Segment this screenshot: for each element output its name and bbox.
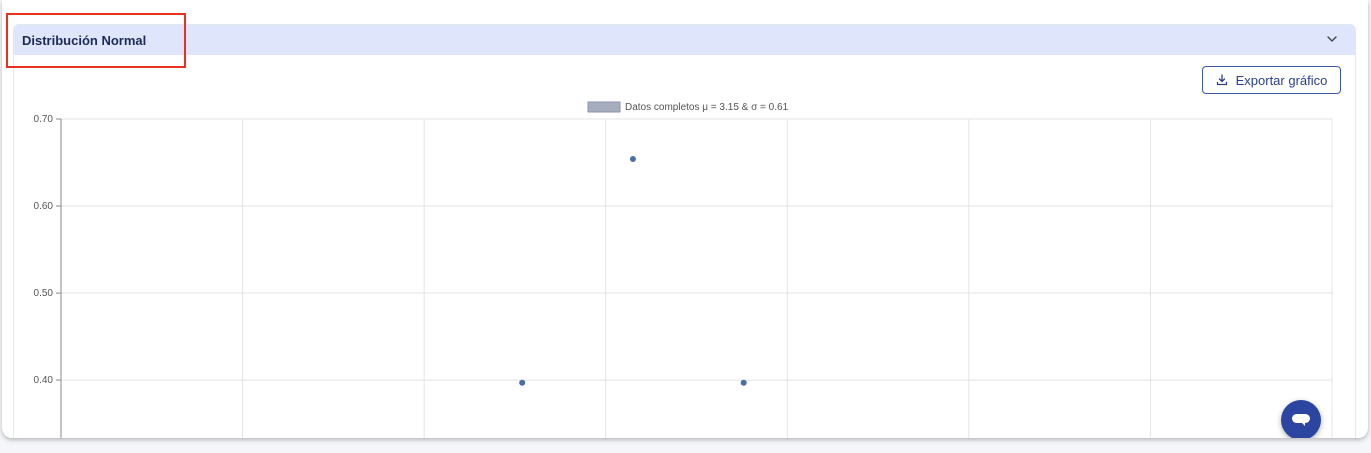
section-title: Distribución Normal xyxy=(22,33,147,48)
chevron-down-icon[interactable] xyxy=(1325,32,1339,46)
chart-points xyxy=(519,156,747,386)
card-header[interactable]: Distribución Normal xyxy=(14,25,1355,55)
content-panel: Distribución Normal Exportar gráfico 0.7… xyxy=(2,0,1368,438)
data-point xyxy=(629,156,636,163)
y-tick-label: 0.50 xyxy=(34,288,54,299)
chart-legend: Datos completos μ = 3.15 & σ = 0.61 xyxy=(587,101,789,113)
y-tick-label: 0.60 xyxy=(34,201,54,212)
export-chart-button[interactable]: Exportar gráfico xyxy=(1202,66,1341,94)
export-chart-label: Exportar gráfico xyxy=(1235,72,1328,88)
y-tick-label: 0.70 xyxy=(34,114,54,125)
data-point xyxy=(740,379,747,386)
legend-swatch xyxy=(587,101,621,113)
data-point xyxy=(519,379,526,386)
chart-y-ticks: 0.70 0.60 0.50 0.40 xyxy=(34,114,61,386)
download-icon xyxy=(1216,74,1227,86)
chat-icon xyxy=(1292,414,1310,426)
y-tick-label: 0.40 xyxy=(34,375,54,386)
chat-button[interactable] xyxy=(1281,400,1321,438)
legend-label: Datos completos μ = 3.15 & σ = 0.61 xyxy=(625,102,789,113)
chart-grid xyxy=(61,118,1333,438)
normal-distribution-chart: 0.70 0.60 0.50 0.40 Datos completos μ = 3.1… xyxy=(34,101,1333,438)
